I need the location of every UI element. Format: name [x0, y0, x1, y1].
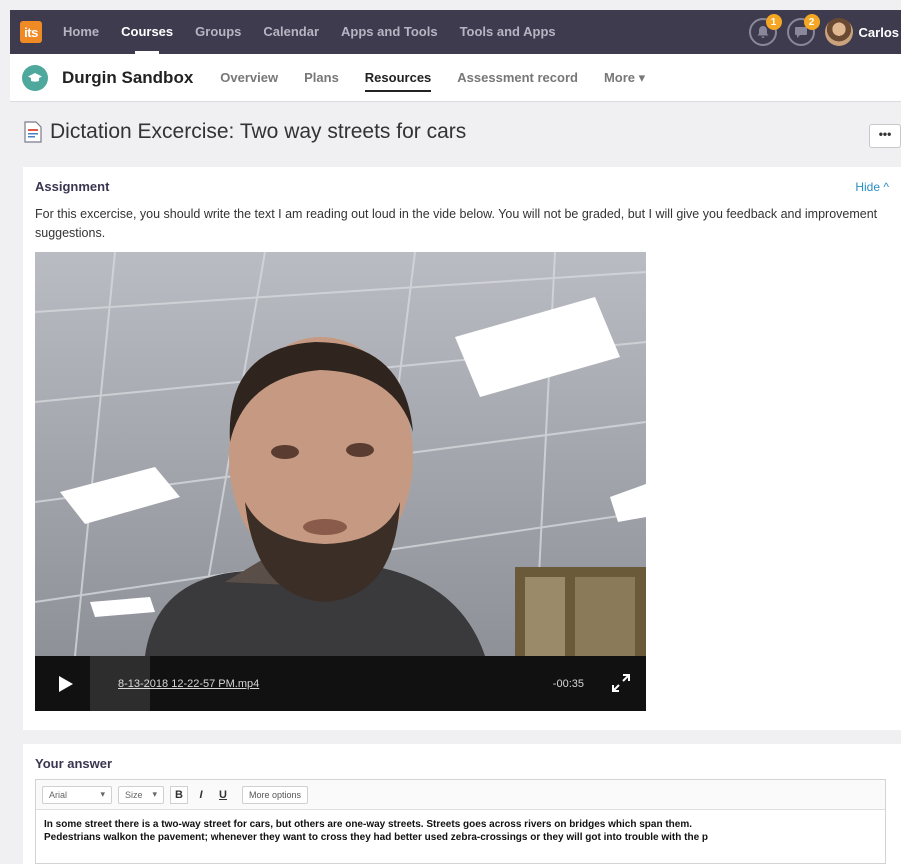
user-avatar[interactable]: [824, 18, 853, 46]
assignment-description: For this excercise, you should write the…: [35, 207, 878, 240]
underline-button[interactable]: U: [214, 786, 232, 804]
video-player[interactable]: 8-13-2018 12-22-57 PM.mp4 -00:35: [35, 252, 646, 711]
assignment-card: Assignment Hide ^ For this excercise, yo…: [23, 167, 901, 730]
italic-button[interactable]: I: [192, 786, 210, 804]
video-frame: [35, 252, 646, 656]
notifications-badge: 1: [765, 14, 782, 30]
main-nav: Home Courses Groups Calendar Apps and To…: [52, 10, 567, 54]
course-subnav: Durgin Sandbox Overview Plans Resources …: [10, 54, 901, 102]
messages-button[interactable]: 2: [786, 14, 820, 46]
font-size-value: Size: [125, 789, 143, 800]
graduation-cap-icon: [22, 64, 48, 91]
fullscreen-icon[interactable]: [612, 674, 630, 692]
font-family-select[interactable]: Arial ▾: [42, 785, 112, 804]
user-area: 1 2 Carlos: [748, 10, 901, 54]
nav-apps-and-tools[interactable]: Apps and Tools: [341, 10, 438, 54]
tab-assessment-record[interactable]: Assessment record: [457, 54, 578, 102]
more-options-button[interactable]: More options: [242, 785, 309, 804]
chevron-down-icon: ▾: [152, 789, 157, 799]
video-controls: 8-13-2018 12-22-57 PM.mp4 -00:35: [35, 656, 646, 711]
answer-line-2: Pedestrians walkon the pavement; wheneve…: [44, 832, 709, 843]
user-name[interactable]: Carlos: [859, 25, 899, 40]
course-name[interactable]: Durgin Sandbox: [62, 68, 193, 88]
tab-resources[interactable]: Resources: [364, 54, 432, 102]
video-progress[interactable]: [90, 656, 150, 711]
hide-assignment-link[interactable]: Hide ^: [855, 180, 889, 194]
tab-more-dropdown[interactable]: More ▾: [604, 54, 645, 102]
answer-editor[interactable]: Arial ▾ Size ▾ B I U More options In som…: [35, 779, 886, 864]
answer-text[interactable]: In some street there is a two-way street…: [36, 810, 885, 852]
more-actions-button[interactable]: •••: [869, 124, 901, 148]
answer-heading: Your answer: [35, 756, 113, 771]
assignment-heading: Assignment: [35, 179, 110, 194]
tab-plans[interactable]: Plans: [304, 54, 339, 102]
messages-badge: 2: [803, 14, 820, 30]
its-logo[interactable]: its: [20, 21, 42, 43]
page-header: Dictation Excercise: Two way streets for…: [10, 102, 901, 162]
video-time-remaining: -00:35: [552, 677, 584, 690]
chevron-down-icon: ▾: [100, 789, 105, 799]
nav-courses[interactable]: Courses: [121, 10, 173, 54]
nav-home[interactable]: Home: [63, 10, 99, 54]
play-icon[interactable]: [55, 674, 75, 694]
editor-toolbar: Arial ▾ Size ▾ B I U More options: [36, 780, 885, 810]
font-size-select[interactable]: Size ▾: [118, 785, 164, 804]
nav-tools-and-apps[interactable]: Tools and Apps: [460, 10, 556, 54]
document-icon: [24, 121, 42, 143]
answer-card: Your answer Arial ▾ Size ▾ B I U More op…: [23, 744, 901, 864]
bold-button[interactable]: B: [170, 785, 188, 804]
page-title: Dictation Excercise: Two way streets for…: [50, 120, 467, 143]
answer-line-1: In some street there is a two-way street…: [44, 819, 692, 830]
nav-calendar[interactable]: Calendar: [263, 10, 319, 54]
nav-groups[interactable]: Groups: [195, 10, 241, 54]
font-family-value: Arial: [49, 789, 68, 800]
top-navigation-bar: its Home Courses Groups Calendar Apps an…: [10, 10, 901, 54]
tab-overview[interactable]: Overview: [220, 54, 278, 102]
notifications-button[interactable]: 1: [748, 14, 782, 46]
